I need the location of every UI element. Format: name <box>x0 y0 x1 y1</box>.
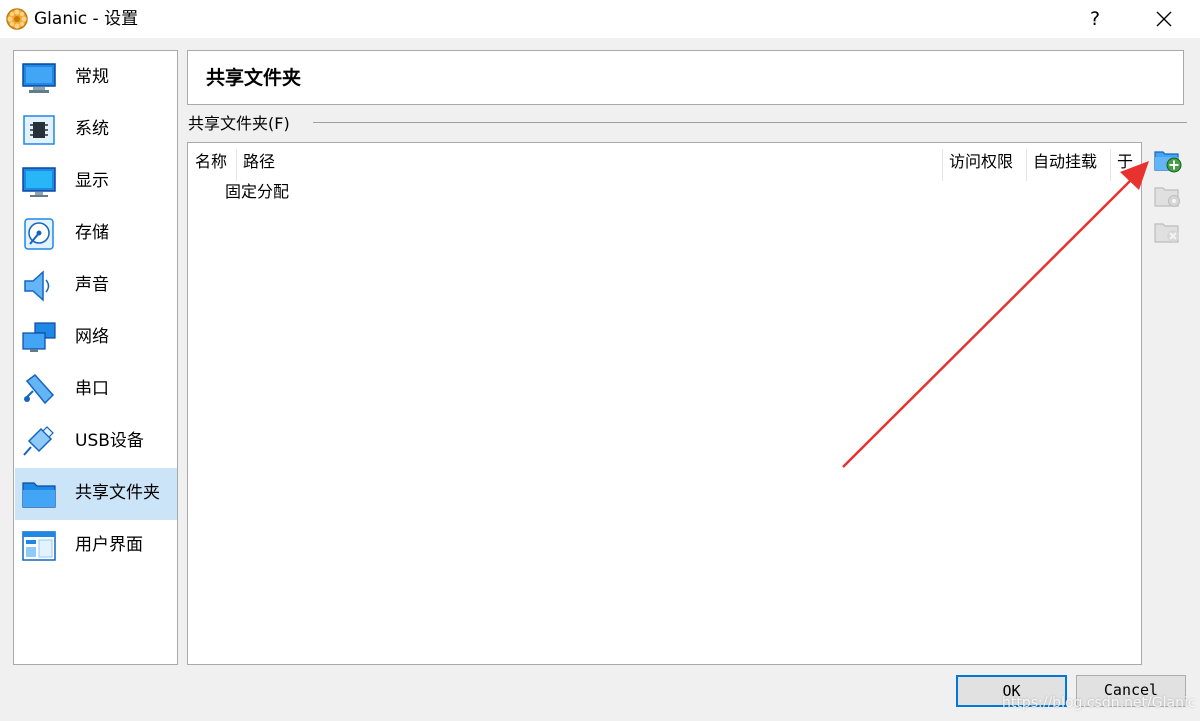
column-header-access[interactable]: 访问权限 <box>943 149 1027 181</box>
shared-folders-group-label: 共享文件夹(F) <box>188 114 290 133</box>
virtualbox-gear-icon <box>6 8 28 30</box>
general-monitor-icon <box>22 63 56 93</box>
list-item-machine-folders[interactable]: 固定分配 <box>225 181 289 203</box>
sidebar-item-storage[interactable]: 存储 <box>15 208 177 260</box>
page-title: 共享文件夹 <box>206 67 302 89</box>
shared-folder-icon <box>22 482 56 508</box>
sidebar-item-system[interactable]: 系统 <box>15 104 177 156</box>
add-shared-folder-button[interactable] <box>1152 145 1182 175</box>
add-shared-folder-icon <box>1154 151 1182 173</box>
user-interface-window-icon <box>22 531 56 561</box>
sidebar-item-label: 共享文件夹 <box>75 483 160 503</box>
system-chip-icon <box>23 115 55 145</box>
settings-sidebar: 常规 系统 显示 存储 声音 网络 串口 USB设备 共享文件夹 用户界面 <box>13 50 178 665</box>
sidebar-item-display[interactable]: 显示 <box>15 156 177 208</box>
sidebar-item-label: 显示 <box>75 171 109 191</box>
sidebar-item-audio[interactable]: 声音 <box>15 260 177 312</box>
network-monitors-icon <box>22 322 56 352</box>
title-bar: Glanic - 设置 ? <box>0 0 1200 38</box>
window-title: Glanic - 设置 <box>34 9 139 29</box>
column-header-at[interactable]: 于 <box>1111 149 1141 181</box>
sidebar-item-label: 网络 <box>75 327 109 347</box>
edit-shared-folder-icon <box>1154 187 1180 207</box>
serial-port-icon <box>24 373 55 405</box>
close-icon <box>1156 11 1172 27</box>
remove-shared-folder-button[interactable] <box>1152 217 1182 247</box>
sidebar-item-network[interactable]: 网络 <box>15 312 177 364</box>
sidebar-item-user-interface[interactable]: 用户界面 <box>15 520 177 572</box>
sidebar-item-usb[interactable]: USB设备 <box>15 416 177 468</box>
watermark: https://blog.csdn.net/Glanic <box>1002 695 1196 711</box>
group-divider <box>313 122 1187 123</box>
sidebar-item-label: 存储 <box>75 223 109 243</box>
sidebar-item-label: USB设备 <box>75 431 144 451</box>
sidebar-item-label: 串口 <box>75 379 109 399</box>
sidebar-item-label: 用户界面 <box>75 535 143 555</box>
display-monitor-icon <box>22 167 56 197</box>
help-button[interactable]: ? <box>1075 4 1115 34</box>
storage-disk-icon <box>24 218 54 250</box>
page-header: 共享文件夹 <box>187 50 1184 105</box>
usb-plug-icon <box>23 426 54 456</box>
close-button[interactable] <box>1144 4 1184 34</box>
sidebar-item-general[interactable]: 常规 <box>15 52 177 104</box>
remove-shared-folder-icon <box>1154 223 1179 243</box>
column-header-name[interactable]: 名称 <box>189 149 237 181</box>
sidebar-item-label: 声音 <box>75 275 109 295</box>
edit-shared-folder-button[interactable] <box>1152 181 1182 211</box>
shared-folders-list[interactable]: 名称 路径 访问权限 自动挂载 于 固定分配 <box>187 142 1142 665</box>
audio-speaker-icon <box>24 270 50 302</box>
sidebar-item-label: 常规 <box>75 67 109 87</box>
column-header-path[interactable]: 路径 <box>237 149 943 181</box>
sidebar-item-shared-folders[interactable]: 共享文件夹 <box>15 468 177 520</box>
sidebar-item-serial[interactable]: 串口 <box>15 364 177 416</box>
sidebar-item-label: 系统 <box>75 119 109 139</box>
column-header-automount[interactable]: 自动挂载 <box>1027 149 1111 181</box>
